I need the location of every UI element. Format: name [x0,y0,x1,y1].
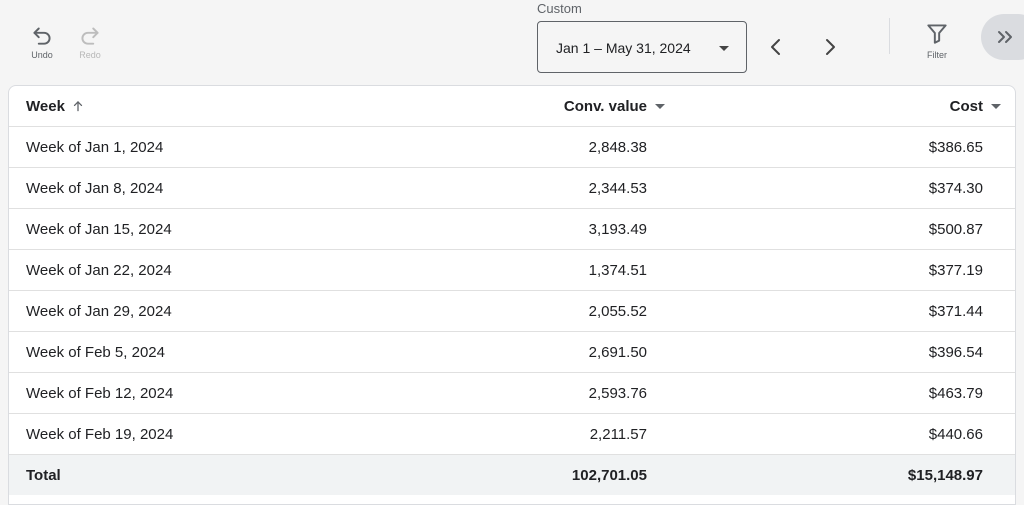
caret-down-icon [655,103,665,109]
column-header-conv-value[interactable]: Conv. value [564,86,665,126]
table-row[interactable]: Week of Jan 1, 2024 2,848.38 $386.65 [9,127,1015,168]
week-cell: Week of Jan 15, 2024 [26,220,172,238]
redo-icon [81,27,99,45]
date-range-select[interactable]: Jan 1 – May 31, 2024 [537,21,747,73]
conv-value-cell: 2,691.50 [588,343,647,361]
week-cell: Week of Jan 1, 2024 [26,138,164,156]
date-range-value: Jan 1 – May 31, 2024 [556,40,691,56]
redo-button[interactable]: Redo [70,22,110,68]
column-header-cost-label: Cost [949,97,983,115]
filter-label: Filter [927,50,947,60]
cost-cell: $386.65 [928,138,983,156]
table-row[interactable]: Week of Feb 12, 2024 2,593.76 $463.79 [9,373,1015,414]
week-cell: Week of Feb 5, 2024 [26,343,165,361]
table-header-row: Week Conv. value Cost [9,86,1015,127]
table-row[interactable]: Week of Feb 19, 2024 2,211.57 $440.66 [9,414,1015,455]
cost-cell: $396.54 [928,343,983,361]
conv-value-cell: 2,055.52 [588,302,647,320]
week-cell: Week of Feb 19, 2024 [26,425,174,443]
week-cell: Week of Jan 29, 2024 [26,302,172,320]
table-row[interactable]: Week of Jan 15, 2024 3,193.49 $500.87 [9,209,1015,250]
undo-icon [33,27,51,45]
caret-down-icon [991,103,1001,109]
undo-label: Undo [31,50,53,60]
week-cell: Week of Jan 8, 2024 [26,179,164,197]
toolbar-divider [889,18,890,54]
week-cell: Week of Feb 12, 2024 [26,384,174,402]
total-conv-value: 102,701.05 [571,466,647,484]
column-header-week-label: Week [26,97,65,115]
arrow-up-icon [73,101,83,112]
week-cell: Week of Jan 22, 2024 [26,261,172,279]
table-total-row: Total 102,701.05 $15,148.97 [9,455,1015,495]
table-row[interactable]: Week of Jan 22, 2024 1,374.51 $377.19 [9,250,1015,291]
caret-down-icon [719,46,729,51]
redo-label: Redo [79,50,101,60]
cost-cell: $463.79 [928,384,983,402]
cost-cell: $440.66 [928,425,983,443]
cost-cell: $371.44 [928,302,983,320]
conv-value-cell: 2,344.53 [588,179,647,197]
chevron-right-icon[interactable] [818,35,842,59]
report-table: Week Conv. value Cost Week of Jan 1, 202… [8,85,1016,505]
filter-button[interactable]: Filter [917,20,957,64]
table-row[interactable]: Week of Feb 5, 2024 2,691.50 $396.54 [9,332,1015,373]
table-row[interactable]: Week of Jan 29, 2024 2,055.52 $371.44 [9,291,1015,332]
table-row[interactable]: Week of Jan 8, 2024 2,344.53 $374.30 [9,168,1015,209]
chevron-left-icon[interactable] [764,35,788,59]
toolbar: Undo Redo Custom Jan 1 – May 31, 2024 Fi… [0,0,1024,86]
total-cost: $15,148.97 [907,466,983,484]
date-range-label: Custom [537,1,582,16]
column-header-week[interactable]: Week [26,86,85,126]
double-chevron-right-icon [998,31,1012,43]
expand-panel-button[interactable] [981,14,1024,60]
cost-cell: $377.19 [928,261,983,279]
conv-value-cell: 2,593.76 [588,384,647,402]
filter-icon [927,24,947,44]
conv-value-cell: 1,374.51 [588,261,647,279]
column-header-cost[interactable]: Cost [950,86,1001,126]
conv-value-cell: 3,193.49 [588,220,647,238]
undo-button[interactable]: Undo [22,22,62,68]
conv-value-cell: 2,211.57 [589,425,647,443]
column-header-conv-value-label: Conv. value [563,97,647,115]
conv-value-cell: 2,848.38 [588,138,647,156]
cost-cell: $500.87 [928,220,983,238]
cost-cell: $374.30 [928,179,983,197]
total-label: Total [26,466,61,484]
